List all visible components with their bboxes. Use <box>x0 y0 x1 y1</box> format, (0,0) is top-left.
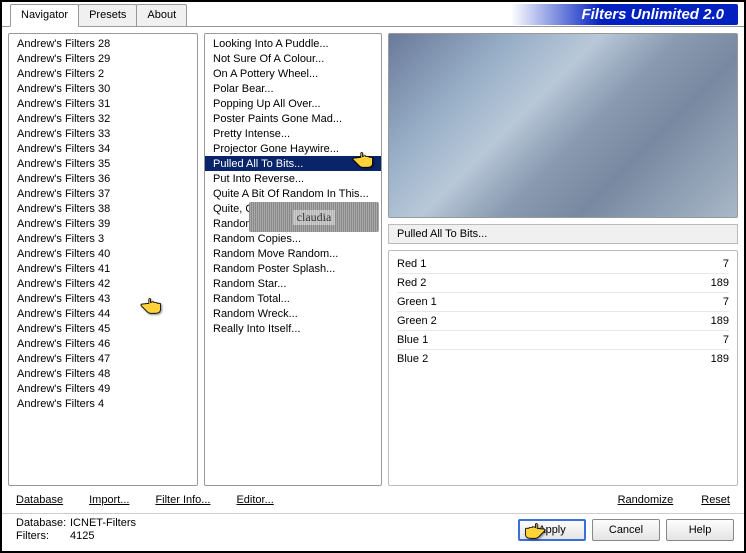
param-name: Blue 2 <box>397 353 428 365</box>
list-item[interactable]: Andrew's Filters 28 <box>9 36 197 51</box>
status-db-value: ICNET-Filters <box>70 517 136 530</box>
filter-info-link[interactable]: Filter Info... <box>155 494 210 506</box>
list-item[interactable]: Andrew's Filters 30 <box>9 81 197 96</box>
list-item[interactable]: Andrew's Filters 34 <box>9 141 197 156</box>
list-item[interactable]: Andrew's Filters 4 <box>9 396 197 411</box>
list-item[interactable]: Random Total... <box>205 291 381 306</box>
param-row[interactable]: Red 2 189 <box>397 274 729 293</box>
list-item[interactable]: Pulled All To Bits... <box>205 156 381 171</box>
status-filters-value: 4125 <box>70 530 94 543</box>
cancel-button[interactable]: Cancel <box>592 519 660 541</box>
category-list-panel: Andrew's Filters 28Andrew's Filters 29An… <box>8 33 198 486</box>
tab-navigator[interactable]: Navigator <box>10 4 79 27</box>
list-item[interactable]: Andrew's Filters 35 <box>9 156 197 171</box>
reset-link[interactable]: Reset <box>701 494 730 506</box>
list-item[interactable]: Not Sure Of A Colour... <box>205 51 381 66</box>
param-name: Green 2 <box>397 315 437 327</box>
editor-link[interactable]: Editor... <box>236 494 273 506</box>
list-item[interactable]: Andrew's Filters 40 <box>9 246 197 261</box>
list-item[interactable]: Looking Into A Puddle... <box>205 36 381 51</box>
list-item[interactable]: Andrew's Filters 45 <box>9 321 197 336</box>
status-filters-label: Filters: <box>16 530 70 543</box>
parameter-panel: Red 17Red 2189Green 17Green 2189Blue 17B… <box>388 250 738 486</box>
list-item[interactable]: Andrew's Filters 38 <box>9 201 197 216</box>
list-item[interactable]: Andrew's Filters 3 <box>9 231 197 246</box>
list-item[interactable]: Quite A Bit Of Random In This... <box>205 186 381 201</box>
list-item[interactable]: Andrew's Filters 33 <box>9 126 197 141</box>
list-item[interactable]: Andrew's Filters 43 <box>9 291 197 306</box>
param-name: Blue 1 <box>397 334 428 346</box>
tab-presets[interactable]: Presets <box>78 4 137 26</box>
param-row[interactable]: Blue 1 7 <box>397 331 729 350</box>
apply-button[interactable]: Apply <box>518 519 586 541</box>
tab-bar: Navigator Presets About <box>10 4 186 26</box>
list-item[interactable]: Projector Gone Haywire... <box>205 141 381 156</box>
help-button[interactable]: Help <box>666 519 734 541</box>
list-item[interactable]: Poster Paints Gone Mad... <box>205 111 381 126</box>
list-item[interactable]: Andrew's Filters 46 <box>9 336 197 351</box>
list-item[interactable]: Random Copies... <box>205 231 381 246</box>
import-link[interactable]: Import... <box>89 494 129 506</box>
param-name: Green 1 <box>397 296 437 308</box>
list-item[interactable]: Andrew's Filters 37 <box>9 186 197 201</box>
list-item[interactable]: Andrew's Filters 42 <box>9 276 197 291</box>
list-item[interactable]: Popping Up All Over... <box>205 96 381 111</box>
list-item[interactable]: Random Star... <box>205 276 381 291</box>
list-item[interactable]: Really Into Itself... <box>205 321 381 336</box>
randomize-link[interactable]: Randomize <box>618 494 674 506</box>
list-item[interactable]: Pretty Intense... <box>205 126 381 141</box>
current-filter-label: Pulled All To Bits... <box>388 224 738 244</box>
status-db-label: Database: <box>16 517 70 530</box>
param-row[interactable]: Red 1 7 <box>397 255 729 274</box>
list-item[interactable]: Andrew's Filters 49 <box>9 381 197 396</box>
list-item[interactable]: Andrew's Filters 36 <box>9 171 197 186</box>
param-row[interactable]: Green 2 189 <box>397 312 729 331</box>
param-value: 189 <box>711 277 729 289</box>
list-item[interactable]: Random Move Random... <box>205 246 381 261</box>
link-bar: Database Import... Filter Info... Editor… <box>2 486 744 514</box>
list-item[interactable]: Polar Bear... <box>205 81 381 96</box>
param-value: 7 <box>723 296 729 308</box>
list-item[interactable]: Andrew's Filters 44 <box>9 306 197 321</box>
database-link[interactable]: Database <box>16 494 63 506</box>
list-item[interactable]: Andrew's Filters 47 <box>9 351 197 366</box>
list-item[interactable]: Andrew's Filters 2 <box>9 66 197 81</box>
list-item[interactable]: Andrew's Filters 48 <box>9 366 197 381</box>
app-title: Filters Unlimited 2.0 <box>511 4 738 25</box>
list-item[interactable]: Andrew's Filters 31 <box>9 96 197 111</box>
list-item[interactable]: Andrew's Filters 32 <box>9 111 197 126</box>
param-value: 7 <box>723 334 729 346</box>
watermark: claudia <box>249 202 379 232</box>
param-row[interactable]: Green 1 7 <box>397 293 729 312</box>
list-item[interactable]: Andrew's Filters 41 <box>9 261 197 276</box>
list-item[interactable]: Put Into Reverse... <box>205 171 381 186</box>
param-value: 7 <box>723 258 729 270</box>
param-name: Red 2 <box>397 277 426 289</box>
list-item[interactable]: Random Poster Splash... <box>205 261 381 276</box>
list-item[interactable]: Andrew's Filters 39 <box>9 216 197 231</box>
tab-about[interactable]: About <box>136 4 187 26</box>
status-info: Database:ICNET-Filters Filters:4125 <box>16 517 136 543</box>
param-value: 189 <box>711 315 729 327</box>
watermark-text: claudia <box>293 210 336 225</box>
list-item[interactable]: On A Pottery Wheel... <box>205 66 381 81</box>
category-list[interactable]: Andrew's Filters 28Andrew's Filters 29An… <box>9 34 197 485</box>
param-value: 189 <box>711 353 729 365</box>
param-row[interactable]: Blue 2 189 <box>397 350 729 368</box>
filter-list[interactable]: Looking Into A Puddle...Not Sure Of A Co… <box>205 34 381 485</box>
list-item[interactable]: Andrew's Filters 29 <box>9 51 197 66</box>
param-name: Red 1 <box>397 258 426 270</box>
preview-image: claudia <box>388 33 738 218</box>
list-item[interactable]: Random Wreck... <box>205 306 381 321</box>
filter-list-panel: Looking Into A Puddle...Not Sure Of A Co… <box>204 33 382 486</box>
